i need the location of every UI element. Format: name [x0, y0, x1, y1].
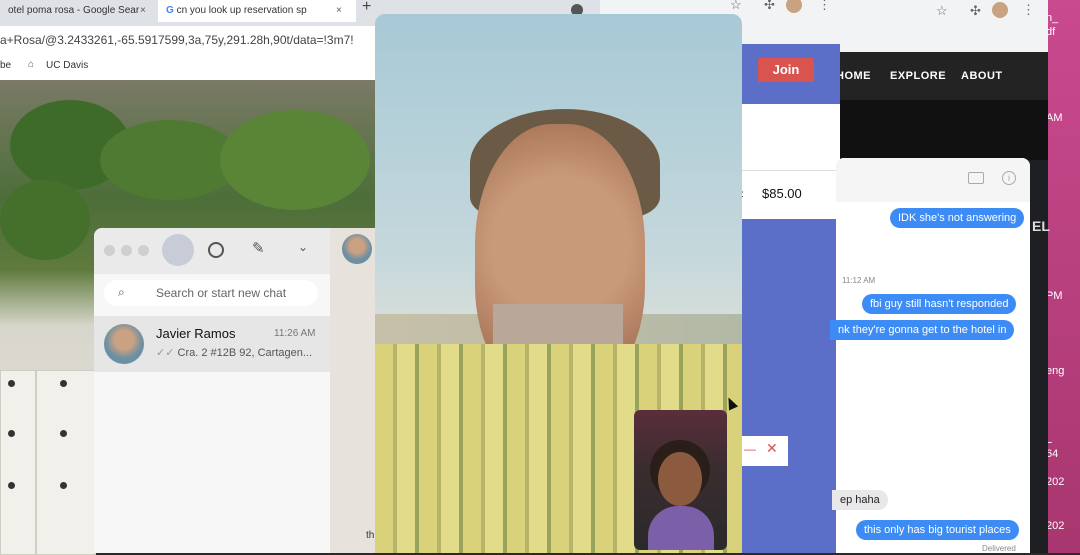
tab-google-search[interactable]: otel poma rosa - Google Sear ×: [0, 0, 158, 22]
bookmark-folder-icon: ⌂: [28, 59, 35, 70]
double-check-icon: ✓✓: [156, 347, 178, 359]
chat-search-input[interactable]: ⌕ Search or start new chat: [104, 280, 318, 306]
self-view-pip[interactable]: [634, 410, 727, 550]
nav-explore[interactable]: EXPLORE: [890, 70, 946, 82]
extensions-icon[interactable]: ✣: [764, 0, 775, 13]
chat-app-window: ✎ ⌄ ⌕ Search or start new chat Javier Ra…: [94, 228, 330, 553]
avatar[interactable]: [342, 234, 372, 264]
chevron-down-icon[interactable]: ⌄: [298, 240, 308, 254]
star-icon[interactable]: ☆: [936, 3, 948, 19]
search-icon: ⌕: [118, 285, 125, 299]
messages-header: i: [836, 158, 1030, 202]
door-stud: [8, 380, 15, 387]
nav-about[interactable]: ABOUT: [961, 70, 1003, 82]
foliage: [0, 180, 90, 260]
contact-avatar: [104, 324, 144, 364]
price-value: $85.00: [762, 186, 802, 201]
new-tab-button[interactable]: +: [362, 0, 371, 16]
more-icon[interactable]: ⋮: [1022, 2, 1035, 18]
delivered-status: Delivered: [982, 544, 1016, 553]
message-bubble-in: ep haha: [832, 490, 888, 510]
join-button[interactable]: Join: [758, 58, 814, 82]
video-call-window: [375, 14, 742, 553]
door-stud: [60, 430, 67, 437]
close-icon[interactable]: ✕: [766, 440, 778, 457]
message-bubble-out: this only has big tourist places: [856, 520, 1019, 540]
avatar[interactable]: [786, 0, 802, 13]
window-minimize-dot[interactable]: [121, 245, 132, 256]
foliage: [100, 120, 240, 200]
message-bubble-out: fbi guy still hasn't responded: [862, 294, 1017, 314]
fragment-text: AM: [1046, 112, 1063, 124]
window-zoom-dot[interactable]: [138, 245, 149, 256]
door-panel: [36, 370, 96, 555]
avatar[interactable]: [992, 2, 1008, 18]
new-chat-icon[interactable]: ✎: [252, 239, 265, 257]
chat-conversation-pane: th: [330, 228, 378, 553]
close-icon[interactable]: ×: [140, 0, 146, 22]
message-timestamp: 11:12 AM: [842, 276, 876, 285]
chat-app-toolbar: ✎ ⌄: [94, 228, 330, 274]
fragment-text: eng: [1046, 365, 1065, 377]
message-bubble-out: nk they're gonna get to the hotel in: [830, 320, 1015, 340]
door-stud: [8, 482, 15, 489]
window-close-dot[interactable]: [104, 245, 115, 256]
profile-avatar[interactable]: [162, 234, 194, 266]
door-panel: [0, 370, 36, 555]
tab-reservation[interactable]: G cn you look up reservation sp ×: [158, 0, 356, 22]
self-face: [658, 452, 702, 506]
more-icon[interactable]: ⋮: [818, 0, 831, 13]
bookmark-item[interactable]: UC Davis: [46, 60, 88, 71]
bookmark-item[interactable]: be: [0, 60, 11, 71]
fragment-text: 202: [1046, 476, 1065, 488]
fragment-text: EL: [1032, 218, 1050, 234]
tab-label: cn you look up reservation sp: [176, 5, 307, 16]
door-stud: [60, 380, 67, 387]
dialog-bar: — ✕: [736, 436, 788, 466]
tab-label: otel poma rosa - Google Sear: [8, 5, 140, 16]
minimize-icon[interactable]: —: [744, 442, 756, 456]
info-icon[interactable]: i: [1002, 171, 1016, 185]
preview-text: Cra. 2 #12B 92, Cartagen...: [177, 347, 313, 359]
message-time: 11:26 AM: [274, 328, 316, 339]
browser-chrome: ☆ ✣ ⋮: [836, 0, 1048, 52]
video-icon[interactable]: [968, 172, 984, 184]
chat-list-item[interactable]: Javier Ramos 11:26 AM ✓✓ Cra. 2 #12B 92,…: [94, 316, 330, 372]
fragment-text: PM: [1046, 290, 1063, 302]
extensions-icon[interactable]: ✣: [970, 3, 981, 19]
message-preview: ✓✓ Cra. 2 #12B 92, Cartagen...: [156, 346, 312, 359]
google-icon: G: [166, 5, 174, 16]
message-bubble-out: IDK she's not answering: [890, 208, 1025, 228]
status-icon[interactable]: [208, 242, 224, 258]
close-icon[interactable]: ×: [336, 0, 342, 22]
nav-home[interactable]: HOME: [836, 70, 871, 82]
door-stud: [60, 482, 67, 489]
self-shirt: [648, 506, 714, 550]
fragment-text: th: [366, 530, 375, 541]
star-icon[interactable]: ☆: [730, 0, 742, 13]
site-nav: HOME EXPLORE ABOUT: [836, 52, 1048, 100]
search-placeholder: Search or start new chat: [156, 286, 287, 300]
fragment-text: 202: [1046, 520, 1065, 532]
door-stud: [8, 430, 15, 437]
map-shape: [836, 100, 1048, 160]
contact-name: Javier Ramos: [156, 326, 236, 341]
messages-window: i IDK she's not answering 11:12 AM fbi g…: [830, 158, 1030, 553]
foliage: [220, 110, 370, 210]
